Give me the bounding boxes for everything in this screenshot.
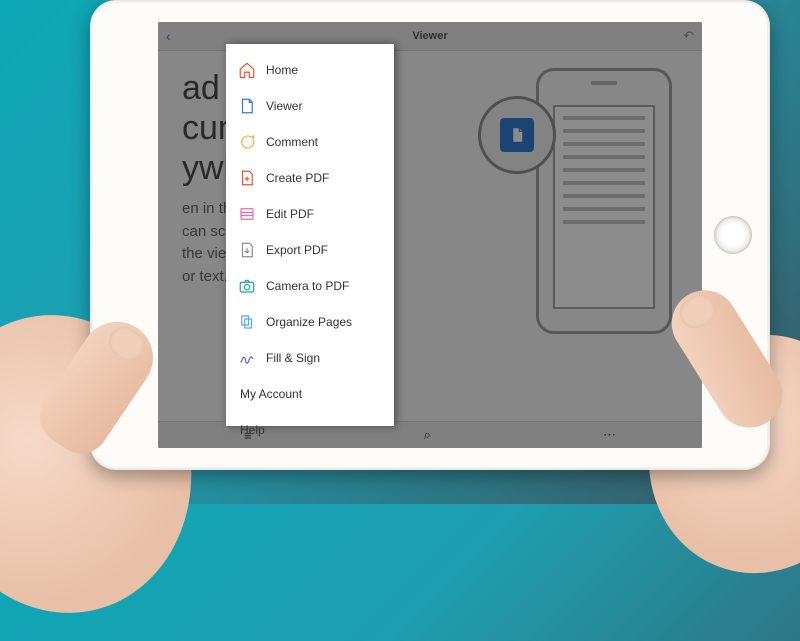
- sidebar-item-fill-sign[interactable]: Fill & Sign: [226, 340, 394, 376]
- organize-icon: [238, 313, 256, 331]
- create-pdf-icon: [238, 169, 256, 187]
- edit-pdf-icon: [238, 205, 256, 223]
- export-pdf-icon: [238, 241, 256, 259]
- home-button-hardware[interactable]: [714, 216, 752, 254]
- sidebar-item-label: My Account: [240, 387, 302, 401]
- sidebar-item-export-pdf[interactable]: Export PDF: [226, 232, 394, 268]
- home-icon: [238, 61, 256, 79]
- sidebar-item-label: Organize Pages: [266, 315, 352, 329]
- sidebar-item-camera-to-pdf[interactable]: Camera to PDF: [226, 268, 394, 304]
- sidebar-item-help[interactable]: Help: [226, 412, 394, 448]
- sidebar-item-label: Export PDF: [266, 243, 328, 257]
- search-icon[interactable]: ⌕: [424, 427, 431, 443]
- sign-icon: [238, 349, 256, 367]
- sidebar-item-home[interactable]: Home: [226, 52, 394, 88]
- phone-outline: [536, 68, 672, 334]
- sidebar-item-label: Fill & Sign: [266, 351, 320, 365]
- sidebar-item-label: Create PDF: [266, 171, 329, 185]
- undo-icon[interactable]: ↶: [683, 28, 694, 44]
- sidebar-item-label: Edit PDF: [266, 207, 314, 221]
- sidebar-item-comment[interactable]: Comment: [226, 124, 394, 160]
- more-icon[interactable]: ⋯: [603, 427, 616, 443]
- sidebar-item-label: Viewer: [266, 99, 302, 113]
- sidebar-menu: Home Viewer Comment Create PDF Edit PDF Expor…: [226, 44, 394, 426]
- sidebar-item-organize-pages[interactable]: Organize Pages: [226, 304, 394, 340]
- document-icon: [238, 97, 256, 115]
- sidebar-item-my-account[interactable]: My Account: [226, 376, 394, 412]
- sidebar-item-label: Help: [240, 423, 265, 437]
- sidebar-item-edit-pdf[interactable]: Edit PDF: [226, 196, 394, 232]
- page-title: Viewer: [412, 30, 447, 42]
- tablet-body: ‹ Viewer ↶ ad cuments ywhere en in the V…: [90, 0, 770, 470]
- sidebar-item-label: Home: [266, 63, 298, 77]
- hero-illustration: [488, 68, 678, 404]
- tablet-screen: ‹ Viewer ↶ ad cuments ywhere en in the V…: [158, 22, 702, 448]
- sidebar-item-label: Camera to PDF: [266, 279, 349, 293]
- magnifier-icon: [478, 96, 556, 174]
- back-icon[interactable]: ‹: [166, 28, 171, 44]
- sidebar-item-create-pdf[interactable]: Create PDF: [226, 160, 394, 196]
- hero-line1: ad: [182, 69, 220, 107]
- comment-icon: [238, 133, 256, 151]
- sidebar-item-label: Comment: [266, 135, 318, 149]
- hero-body4: or text.: [182, 268, 228, 285]
- camera-icon: [238, 277, 256, 295]
- sidebar-item-viewer[interactable]: Viewer: [226, 88, 394, 124]
